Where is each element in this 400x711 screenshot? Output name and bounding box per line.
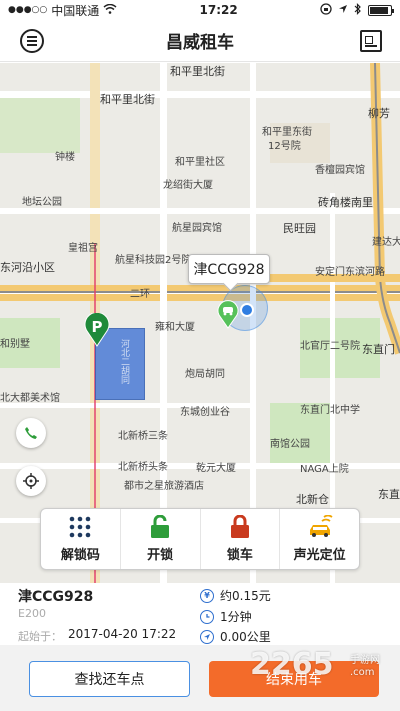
- car-signal-icon: [309, 515, 333, 537]
- map-label: 建达大: [372, 237, 400, 248]
- map-label: 北大都美术馆: [0, 393, 60, 404]
- page-title: 昌威租车: [166, 33, 234, 53]
- map-label: 东直门北中学: [300, 405, 360, 416]
- map-view[interactable]: 和平里北街 和平里北街 和平里东街 12号院 和平里社区 钟楼 龙绍街大厦 航星…: [0, 63, 400, 583]
- map-label: 北新桥三条: [118, 431, 168, 442]
- map-label: 北新桥头条: [118, 462, 168, 473]
- distance-row: 0.00公里: [200, 628, 271, 645]
- battery-icon: [367, 4, 394, 16]
- price-value: 约0.15元: [220, 589, 271, 603]
- car-callout[interactable]: 津CCG928: [188, 254, 270, 284]
- yuan-icon: ¥: [200, 588, 214, 603]
- watermark-sub: 手游网 .com: [350, 655, 380, 679]
- action-label: 开锁: [147, 548, 174, 563]
- map-label: 钟楼: [55, 152, 75, 163]
- map-label: 皇祖宫: [68, 243, 98, 254]
- map-label: 龙绍街大厦: [163, 180, 213, 191]
- map-label: 民旺园: [283, 222, 316, 235]
- map-label: NAGA上院: [300, 464, 349, 475]
- dots-grid-icon: [70, 516, 91, 538]
- action-label: 声光定位: [293, 548, 346, 563]
- action-bar: 解锁码 开锁 锁车 声光定位: [40, 508, 360, 570]
- locate-button[interactable]: [16, 466, 46, 496]
- crosshair-icon: [23, 473, 39, 489]
- phone-icon: [25, 427, 37, 439]
- document-icon[interactable]: [360, 30, 382, 52]
- wifi-icon: [103, 3, 117, 17]
- price-row: ¥ 约0.15元: [200, 587, 271, 604]
- map-label: 和平里社区: [175, 157, 225, 168]
- watermark-sub-line: 手游网: [350, 655, 380, 666]
- map-label: 北新仓: [296, 493, 329, 506]
- lock-icon: [230, 515, 249, 538]
- plate-number: 津CCG928: [18, 589, 94, 605]
- status-right: [320, 2, 394, 18]
- status-bar: ●●●○○ 中国联通 17:22: [0, 0, 400, 20]
- watermark-sub-line: .com: [350, 667, 375, 678]
- action-label: 解锁码: [60, 548, 100, 563]
- carrier-name: 中国联通: [51, 3, 100, 18]
- locate-car-button[interactable]: 声光定位: [280, 509, 359, 569]
- location-arrow-icon: [338, 3, 348, 17]
- map-label: 二环: [130, 289, 150, 300]
- map-label: 地坛公园: [22, 197, 62, 208]
- map-label: 砖角楼南里: [318, 196, 373, 209]
- bottom-bar: 查找还车点 结束用车 2265 手游网 .com: [0, 645, 400, 711]
- start-time: 2017-04-20 17:22: [68, 627, 177, 641]
- status-left: ●●●○○ 中国联通: [8, 2, 117, 19]
- unlock-icon: [151, 515, 170, 538]
- map-label: 雍和大厦: [155, 322, 195, 333]
- map-label: 和平里东街: [262, 127, 312, 138]
- map-label: 航星园宾馆: [172, 223, 222, 234]
- map-label: 东直: [378, 488, 400, 501]
- parking-area-label: 河北二胡同: [119, 339, 129, 384]
- clock: 17:22: [199, 3, 238, 17]
- start-label: 起始于：: [18, 630, 62, 643]
- map-label: 乾元大厦: [196, 463, 236, 474]
- phone-button[interactable]: [16, 418, 46, 448]
- map-label: 和别墅: [0, 339, 30, 350]
- duration-value: 1分钟: [220, 610, 252, 624]
- signal-strength: ●●●○○: [8, 5, 48, 15]
- map-roads: [0, 63, 400, 583]
- car-pin-icon[interactable]: [216, 299, 240, 329]
- map-label: 航星科技园2号院: [115, 255, 192, 266]
- map-label: 南馆公园: [270, 439, 310, 450]
- navigation-icon: [200, 629, 214, 644]
- map-label: 东城创业谷: [180, 407, 230, 418]
- watermark-logo: 2265: [250, 647, 334, 682]
- parking-symbol: P: [92, 318, 103, 336]
- clock-icon: [200, 609, 214, 624]
- map-label: 安定门东滨河路: [315, 267, 385, 278]
- find-return-point-button[interactable]: 查找还车点: [29, 661, 190, 697]
- duration-row: 1分钟: [200, 608, 252, 625]
- map-label: 香檀园宾馆: [315, 165, 365, 176]
- map-label: 12号院: [268, 141, 301, 152]
- map-label: 北官厅二号院: [300, 341, 360, 352]
- action-label: 锁车: [226, 548, 253, 563]
- menu-button[interactable]: [20, 29, 44, 53]
- unlock-code-button[interactable]: 解锁码: [41, 509, 121, 569]
- map-label: 炮局胡同: [185, 369, 225, 380]
- trip-info-panel: 津CCG928 E200 起始于： 2017-04-20 17:22 ¥ 约0.…: [0, 583, 400, 645]
- parking-pin-icon[interactable]: P: [84, 313, 110, 347]
- map-label: 柳芳: [368, 107, 390, 120]
- map-label: 东直门: [362, 343, 395, 356]
- unlock-button[interactable]: 开锁: [121, 509, 201, 569]
- nav-bar: 昌威租车: [0, 20, 400, 62]
- orientation-lock-icon: [320, 2, 332, 18]
- map-label: 都市之星旅游酒店: [124, 481, 204, 492]
- map-label: 东河沿小区: [0, 261, 55, 274]
- bluetooth-icon: [354, 2, 362, 18]
- map-label: 和平里北街: [100, 93, 155, 106]
- distance-value: 0.00公里: [220, 630, 271, 644]
- map-label: 和平里北街: [170, 65, 225, 78]
- lock-button[interactable]: 锁车: [201, 509, 281, 569]
- car-model: E200: [18, 607, 46, 620]
